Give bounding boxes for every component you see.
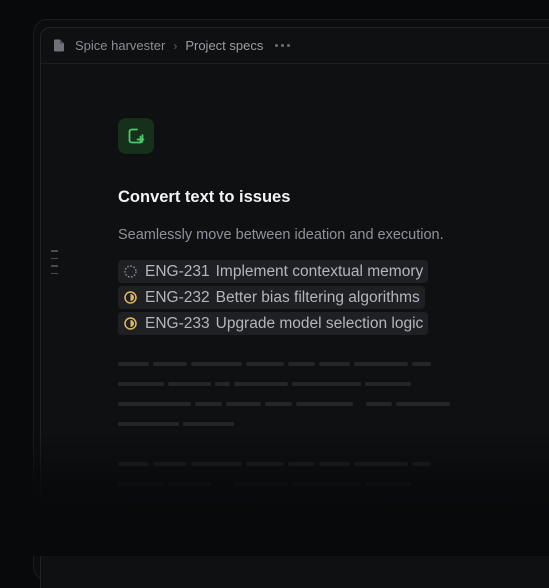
square-plus-icon (118, 118, 154, 154)
issue-chip[interactable]: ENG-233 Upgrade model selection logic (118, 312, 429, 335)
document-icon (53, 39, 65, 52)
drag-handle[interactable] (51, 250, 58, 274)
breadcrumb: Spice harvester › Project specs (41, 28, 549, 64)
issue-id: ENG-233 (145, 314, 210, 332)
chevron-right-icon: › (173, 38, 178, 53)
issue-id: ENG-232 (145, 288, 210, 306)
in-progress-status-icon (123, 290, 138, 305)
issue-chip[interactable]: ENG-232 Better bias filtering algorithms (118, 286, 425, 309)
more-horizontal-icon[interactable] (275, 44, 291, 47)
in-progress-status-icon (123, 316, 138, 331)
feature-title: Convert text to issues (118, 188, 291, 206)
feature-description: Seamlessly move between ideation and exe… (118, 227, 444, 243)
issue-chip[interactable]: ENG-231 Implement contextual memory (118, 260, 429, 283)
breadcrumb-workspace[interactable]: Spice harvester (75, 38, 165, 53)
backlog-status-icon (123, 264, 138, 279)
issue-title: Implement contextual memory (215, 262, 424, 280)
issue-list: ENG-231 Implement contextual memory ENG-… (118, 260, 429, 335)
issue-title: Upgrade model selection logic (215, 314, 424, 332)
issue-title: Better bias filtering algorithms (215, 288, 420, 306)
issue-id: ENG-231 (145, 262, 210, 280)
breadcrumb-page[interactable]: Project specs (185, 38, 263, 53)
